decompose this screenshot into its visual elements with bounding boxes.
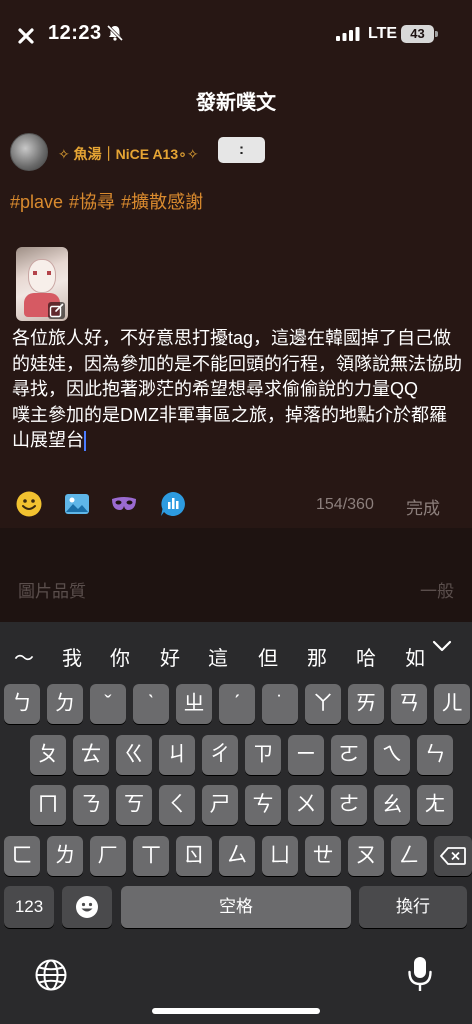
key[interactable]: ㄋ: [73, 785, 109, 825]
return-key[interactable]: 換行: [359, 886, 467, 928]
qualifier-button[interactable]: :: [218, 137, 265, 163]
text-caret: [84, 431, 86, 452]
emoji-icon[interactable]: [15, 490, 43, 518]
key[interactable]: ㄥ: [391, 836, 427, 876]
suggestion-item[interactable]: ～: [14, 642, 34, 671]
suggestion-item[interactable]: 這: [208, 642, 228, 671]
key[interactable]: ㄚ: [305, 684, 341, 724]
close-icon[interactable]: [16, 26, 36, 46]
hashtag[interactable]: #協尋: [69, 192, 115, 212]
mask-icon[interactable]: [110, 490, 138, 518]
key[interactable]: ㄡ: [348, 836, 384, 876]
hashtag[interactable]: #plave: [10, 192, 63, 212]
image-icon[interactable]: [63, 490, 91, 518]
key[interactable]: ㄜ: [331, 785, 367, 825]
settings-area: [0, 528, 472, 622]
done-button[interactable]: 完成: [406, 494, 440, 519]
suggestion-item[interactable]: 如: [405, 642, 425, 671]
suggestion-item[interactable]: 哈: [356, 642, 376, 671]
key[interactable]: ㄏ: [90, 836, 126, 876]
avatar[interactable]: [10, 133, 48, 171]
key[interactable]: ㄝ: [305, 836, 341, 876]
suggestion-item[interactable]: 但: [258, 642, 278, 671]
key[interactable]: ㄐ: [159, 735, 195, 775]
post-paragraph: 噗主參加的是DMZ非軍事區之旅，掉落的地點介於都羅山展望台: [12, 404, 447, 451]
key[interactable]: ㄛ: [331, 735, 367, 775]
key[interactable]: ㄔ: [202, 735, 238, 775]
key[interactable]: ㄤ: [417, 785, 453, 825]
network-label: LTE: [368, 25, 398, 42]
home-indicator: [152, 1008, 320, 1014]
suggestion-item[interactable]: 好: [160, 642, 180, 671]
key[interactable]: ㄍ: [116, 735, 152, 775]
key[interactable]: ㄨ: [288, 785, 324, 825]
poll-icon[interactable]: [159, 490, 187, 518]
key[interactable]: ㄇ: [30, 785, 66, 825]
key[interactable]: ㄗ: [245, 735, 281, 775]
key[interactable]: ㄑ: [159, 785, 195, 825]
backspace-key[interactable]: [434, 836, 472, 876]
key[interactable]: ㄙ: [219, 836, 255, 876]
status-time: 12:23: [48, 22, 102, 44]
key[interactable]: ㄣ: [417, 735, 453, 775]
suggestion-item[interactable]: 我: [62, 642, 82, 671]
key[interactable]: ㄎ: [116, 785, 152, 825]
key[interactable]: ˙: [262, 684, 298, 724]
suggestion-item[interactable]: 那: [307, 642, 327, 671]
key[interactable]: ㄊ: [73, 735, 109, 775]
author-nickname: ✧ 魚湯｜NiCE A13∘✧: [58, 146, 199, 162]
bell-muted-icon: [106, 24, 124, 42]
key[interactable]: ˊ: [219, 684, 255, 724]
battery-icon: 43: [401, 25, 434, 43]
microphone-icon[interactable]: [406, 955, 434, 993]
globe-icon[interactable]: [34, 958, 68, 992]
key[interactable]: ˋ: [133, 684, 169, 724]
key[interactable]: ˇ: [90, 684, 126, 724]
key[interactable]: ㄟ: [374, 735, 410, 775]
key[interactable]: ㄦ: [434, 684, 470, 724]
key[interactable]: ㄩ: [262, 836, 298, 876]
hashtag[interactable]: #擴散感謝: [121, 192, 203, 212]
key[interactable]: ㄠ: [374, 785, 410, 825]
space-key[interactable]: 空格: [121, 886, 351, 928]
key[interactable]: ㄒ: [133, 836, 169, 876]
backspace-icon: [440, 847, 466, 865]
key[interactable]: ㄉ: [47, 684, 83, 724]
key[interactable]: ㄈ: [4, 836, 40, 876]
post-text-input[interactable]: 各位旅人好，不好意思打擾tag，這邊在韓國掉了自己做的娃娃，因為參加的是不能回頭…: [12, 326, 462, 480]
key[interactable]: ㄘ: [245, 785, 281, 825]
edit-image-icon[interactable]: [48, 302, 65, 319]
compose-screen: 12:23 LTE 43 發新噗文 ✧ 魚湯｜NiCE A13∘✧ : #pla…: [0, 0, 472, 1024]
key[interactable]: ㄅ: [4, 684, 40, 724]
key[interactable]: ㄕ: [202, 785, 238, 825]
key[interactable]: ㄌ: [47, 836, 83, 876]
signal-icon: [336, 27, 360, 41]
numbers-key[interactable]: 123: [4, 886, 54, 928]
key[interactable]: ㄆ: [30, 735, 66, 775]
battery-cap: [435, 31, 438, 37]
image-quality-label: 圖片品質: [18, 582, 86, 601]
key[interactable]: ㄞ: [348, 684, 384, 724]
chevron-down-icon[interactable]: [430, 634, 454, 658]
emoji-key-icon: [76, 896, 98, 918]
key[interactable]: ㄓ: [176, 684, 212, 724]
image-quality-select[interactable]: 一般: [420, 577, 454, 602]
key[interactable]: ㄧ: [288, 735, 324, 775]
key[interactable]: ㄖ: [176, 836, 212, 876]
key[interactable]: ㄢ: [391, 684, 427, 724]
character-count: 154/360: [316, 496, 374, 513]
page-title: 發新噗文: [196, 92, 276, 114]
hashtag-row: #plave #協尋 #擴散感謝: [10, 188, 209, 214]
emoji-key[interactable]: [62, 886, 112, 928]
suggestion-item[interactable]: 你: [110, 642, 130, 671]
post-paragraph: 各位旅人好，不好意思打擾tag，這邊在韓國掉了自己做的娃娃，因為參加的是不能回頭…: [12, 328, 462, 399]
